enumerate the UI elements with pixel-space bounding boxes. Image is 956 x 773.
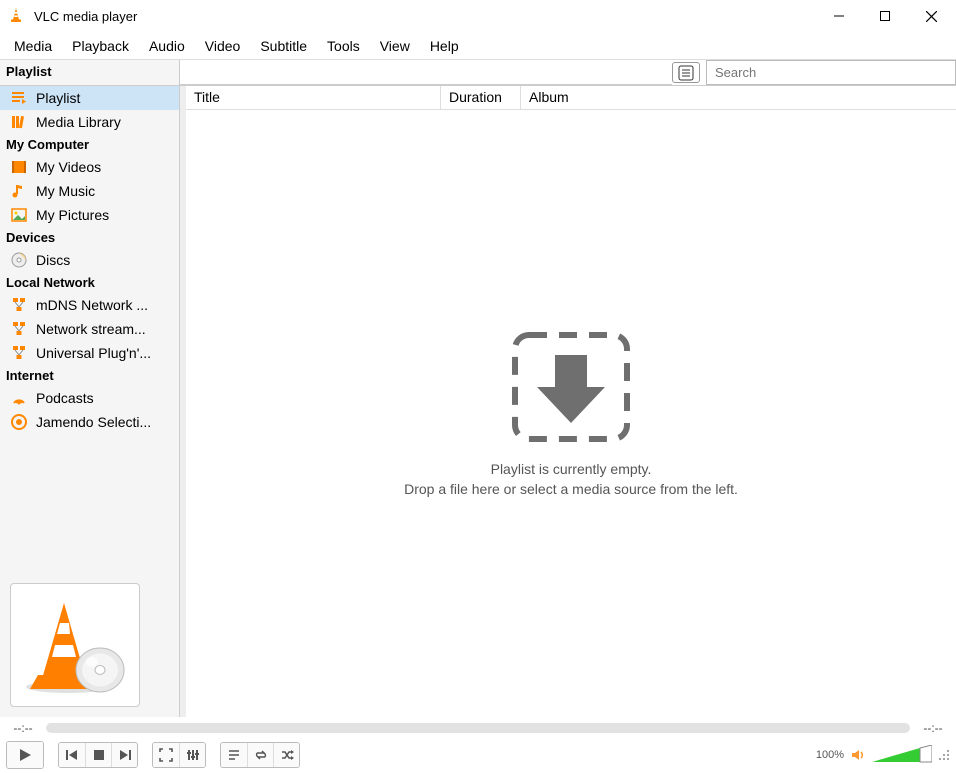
time-total[interactable]: --:-- xyxy=(916,721,950,735)
sidebar-item-podcasts[interactable]: Podcasts xyxy=(0,386,179,410)
sidebar-list: Playlist Media Library My Computer My Vi… xyxy=(0,86,179,573)
sidebar: Playlist Media Library My Computer My Vi… xyxy=(0,86,180,717)
column-album[interactable]: Album xyxy=(521,86,956,109)
window-title: VLC media player xyxy=(34,9,816,24)
time-elapsed[interactable]: --:-- xyxy=(6,721,40,735)
sidebar-item-label: Universal Plug'n'... xyxy=(36,345,151,361)
picture-icon xyxy=(10,206,28,224)
seek-row: --:-- --:-- xyxy=(0,717,956,739)
album-art-area xyxy=(0,573,179,717)
shuffle-button[interactable] xyxy=(273,743,299,767)
sidebar-section-internet: Internet xyxy=(0,365,179,386)
volume-area: 100% xyxy=(816,745,950,765)
stop-button[interactable] xyxy=(85,743,111,767)
playlist-drop-zone[interactable]: Playlist is currently empty. Drop a file… xyxy=(186,110,956,717)
video-icon xyxy=(10,158,28,176)
search-input[interactable] xyxy=(706,60,956,85)
menu-video[interactable]: Video xyxy=(195,34,251,58)
playlist-header-row: Playlist xyxy=(0,60,956,86)
main-area: Playlist Media Library My Computer My Vi… xyxy=(0,86,956,717)
album-art-thumbnail[interactable] xyxy=(10,583,140,707)
close-button[interactable] xyxy=(908,1,954,31)
sidebar-item-my-music[interactable]: My Music xyxy=(0,179,179,203)
fullscreen-button[interactable] xyxy=(153,743,179,767)
jamendo-icon xyxy=(10,413,28,431)
column-headers: Title Duration Album xyxy=(186,86,956,110)
sidebar-header: Playlist xyxy=(0,60,180,85)
sidebar-item-network-stream[interactable]: Network stream... xyxy=(0,317,179,341)
drop-arrow-icon xyxy=(511,331,631,443)
sidebar-item-my-pictures[interactable]: My Pictures xyxy=(0,203,179,227)
playlist-content: Title Duration Album Playlist is current… xyxy=(186,86,956,717)
menu-audio[interactable]: Audio xyxy=(139,34,195,58)
menu-subtitle[interactable]: Subtitle xyxy=(250,34,317,58)
sidebar-item-my-videos[interactable]: My Videos xyxy=(0,155,179,179)
empty-line2: Drop a file here or select a media sourc… xyxy=(404,481,738,497)
seek-bar[interactable] xyxy=(46,723,910,733)
sidebar-section-devices: Devices xyxy=(0,227,179,248)
menu-view[interactable]: View xyxy=(370,34,420,58)
sidebar-item-label: Network stream... xyxy=(36,321,146,337)
disc-icon xyxy=(10,251,28,269)
vlc-cone-icon xyxy=(8,7,26,25)
view-toggle-button[interactable] xyxy=(672,62,700,83)
titlebar: VLC media player xyxy=(0,0,956,32)
playlist-icon xyxy=(10,89,28,107)
volume-label: 100% xyxy=(816,749,844,761)
sidebar-item-playlist[interactable]: Playlist xyxy=(0,86,179,110)
sidebar-item-label: Jamendo Selecti... xyxy=(36,414,151,430)
sidebar-item-label: My Videos xyxy=(36,159,101,175)
volume-slider[interactable] xyxy=(872,745,932,765)
sidebar-item-media-library[interactable]: Media Library xyxy=(0,110,179,134)
playlist-button[interactable] xyxy=(221,743,247,767)
sidebar-item-label: Discs xyxy=(36,252,70,268)
next-button[interactable] xyxy=(111,743,137,767)
previous-button[interactable] xyxy=(59,743,85,767)
menu-playback[interactable]: Playback xyxy=(62,34,139,58)
speaker-icon[interactable] xyxy=(850,747,866,763)
sidebar-section-my-computer: My Computer xyxy=(0,134,179,155)
empty-line1: Playlist is currently empty. xyxy=(491,461,652,477)
minimize-button[interactable] xyxy=(816,1,862,31)
menu-media[interactable]: Media xyxy=(4,34,62,58)
network-icon xyxy=(10,344,28,362)
podcast-icon xyxy=(10,389,28,407)
column-title[interactable]: Title xyxy=(186,86,441,109)
sidebar-item-label: My Music xyxy=(36,183,95,199)
sidebar-section-local-network: Local Network xyxy=(0,272,179,293)
extended-settings-button[interactable] xyxy=(179,743,205,767)
sidebar-item-label: Playlist xyxy=(36,90,80,106)
play-button[interactable] xyxy=(7,742,43,768)
library-icon xyxy=(10,113,28,131)
maximize-button[interactable] xyxy=(862,1,908,31)
resize-grip-icon[interactable] xyxy=(938,749,950,761)
controls-bar: 100% xyxy=(0,739,956,773)
sidebar-item-label: My Pictures xyxy=(36,207,109,223)
sidebar-item-mdns[interactable]: mDNS Network ... xyxy=(0,293,179,317)
sidebar-item-label: mDNS Network ... xyxy=(36,297,148,313)
sidebar-item-jamendo[interactable]: Jamendo Selecti... xyxy=(0,410,179,434)
sidebar-item-label: Media Library xyxy=(36,114,121,130)
menu-help[interactable]: Help xyxy=(420,34,469,58)
sidebar-item-label: Podcasts xyxy=(36,390,94,406)
sidebar-item-upnp[interactable]: Universal Plug'n'... xyxy=(0,341,179,365)
network-icon xyxy=(10,320,28,338)
network-icon xyxy=(10,296,28,314)
sidebar-item-discs[interactable]: Discs xyxy=(0,248,179,272)
loop-button[interactable] xyxy=(247,743,273,767)
music-icon xyxy=(10,182,28,200)
menu-tools[interactable]: Tools xyxy=(317,34,370,58)
menubar: Media Playback Audio Video Subtitle Tool… xyxy=(0,32,956,60)
column-duration[interactable]: Duration xyxy=(441,86,521,109)
